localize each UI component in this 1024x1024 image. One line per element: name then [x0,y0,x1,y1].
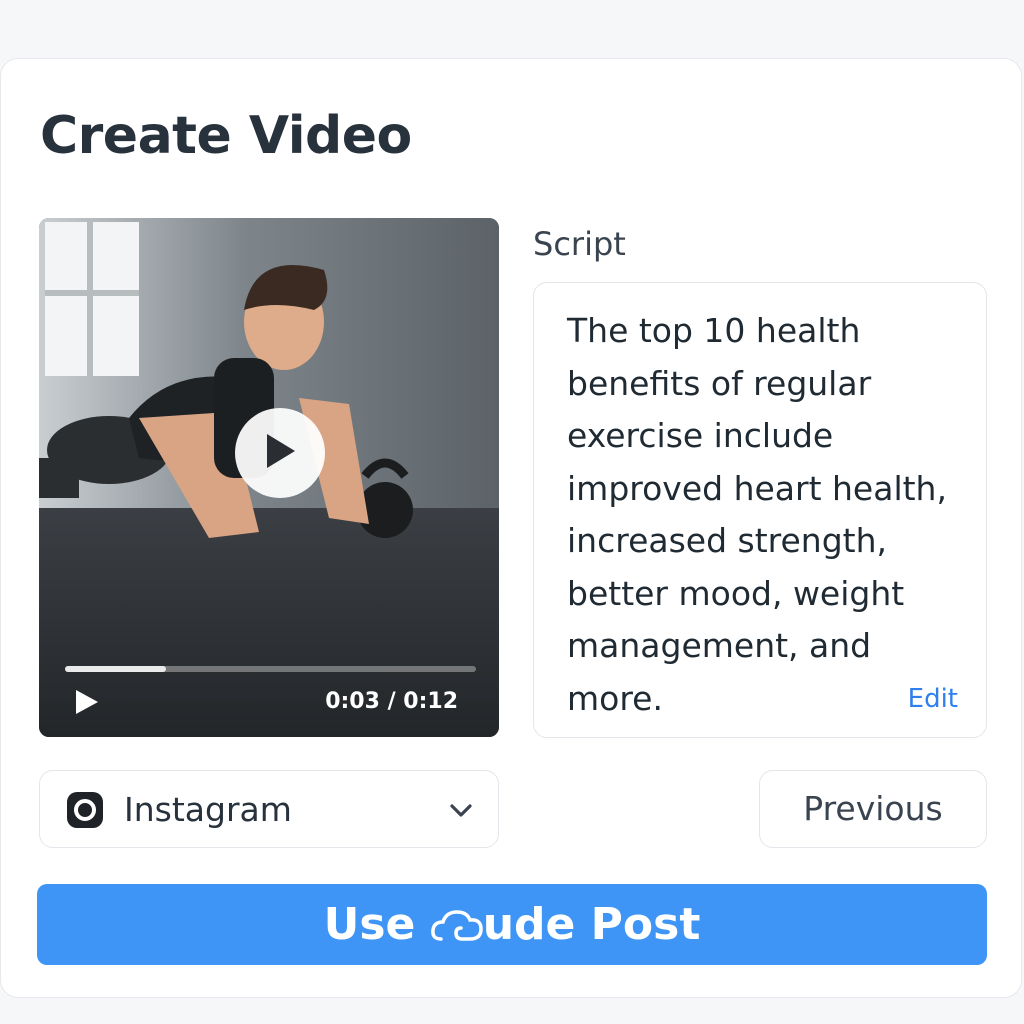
primary-button-label-end: ude Post [482,899,701,950]
video-player[interactable]: 0:03 / 0:12 [39,218,499,737]
script-label: Script [533,225,626,263]
script-text: The top 10 health benefits of regular ex… [567,311,947,718]
platform-select[interactable]: Instagram [39,770,499,848]
chevron-down-icon [448,797,474,823]
edit-script-link[interactable]: Edit [908,681,958,717]
video-time-display: 0:03 / 0:12 [325,689,458,714]
script-box: The top 10 health benefits of regular ex… [533,282,987,738]
previous-button[interactable]: Previous [759,770,987,848]
cloud-icon [430,899,483,950]
platform-select-value: Instagram [124,790,292,829]
play-button[interactable] [235,408,325,498]
play-icon [72,690,100,720]
play-control-button[interactable] [72,688,100,716]
video-progress-bar[interactable] [65,666,476,672]
primary-button-label-start: Use [323,899,431,950]
instagram-icon [66,791,104,829]
use-post-button[interactable]: Use ude Post [37,884,987,965]
video-progress-fill [65,666,166,672]
page-title: Create Video [40,106,412,166]
play-icon [263,432,297,474]
